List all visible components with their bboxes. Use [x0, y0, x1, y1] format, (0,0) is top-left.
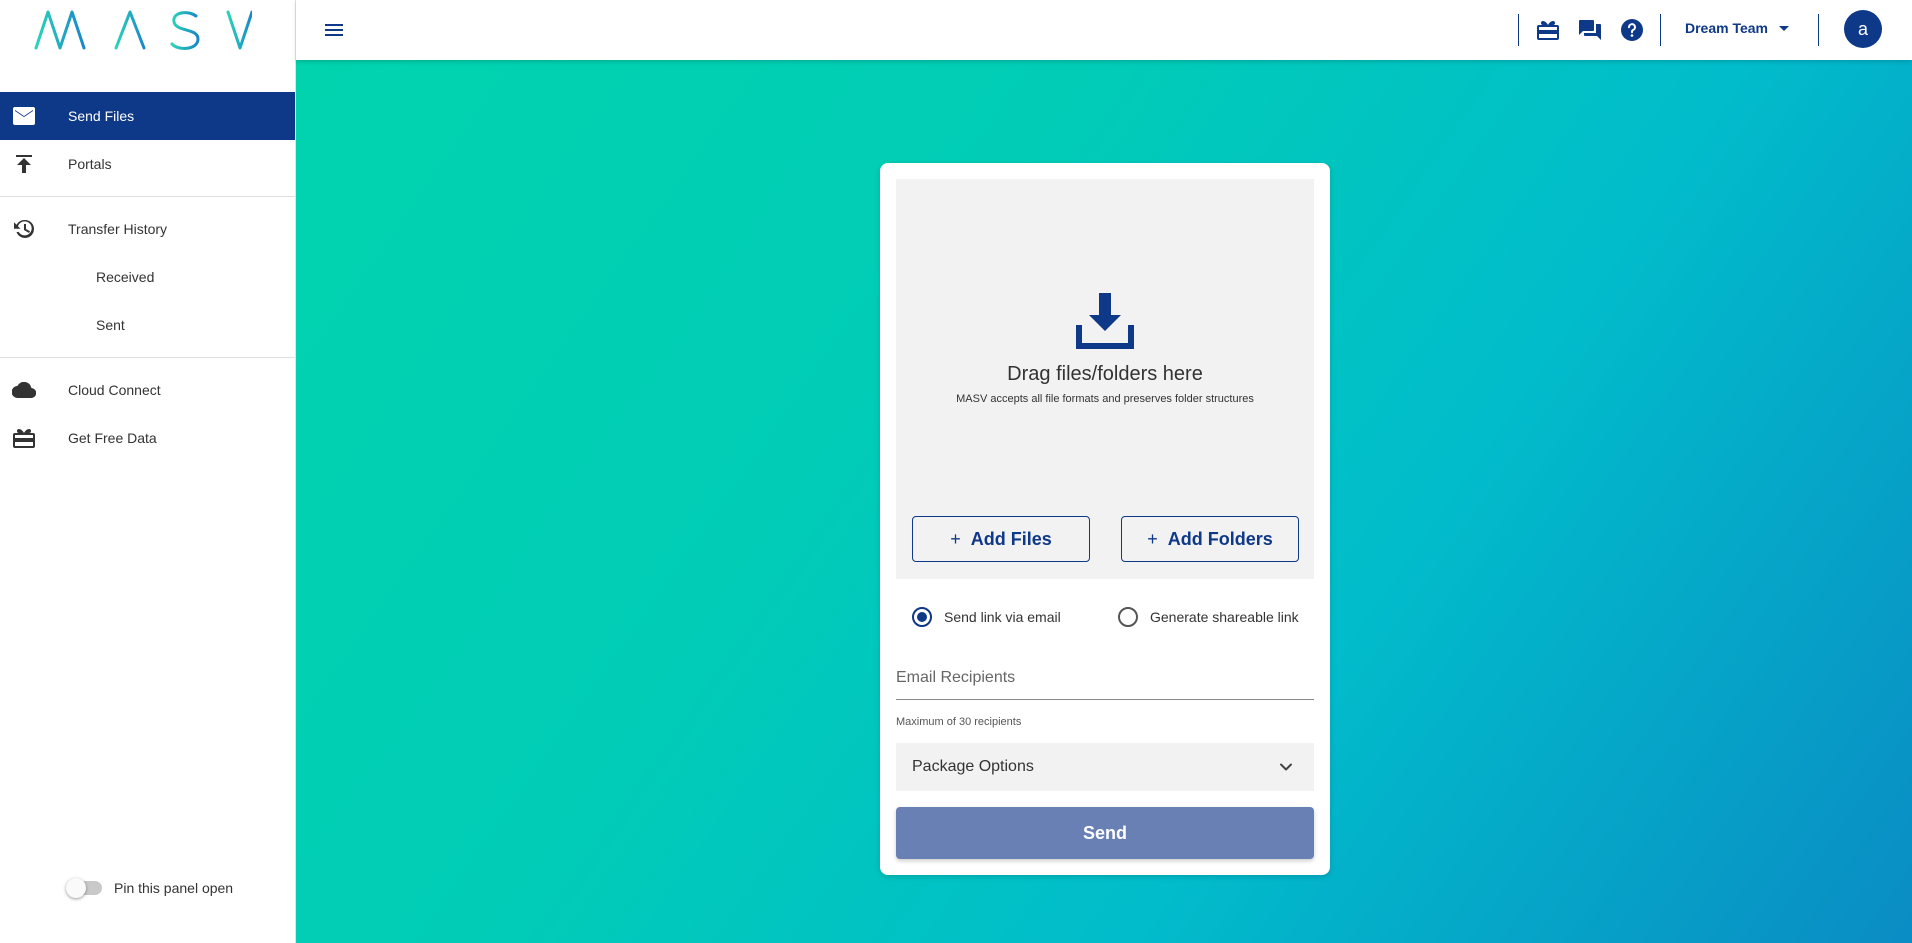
sidebar-item-send-files[interactable]: Send Files — [0, 92, 295, 140]
history-icon — [12, 217, 36, 241]
sidebar-item-label: Cloud Connect — [68, 382, 161, 398]
add-files-button[interactable]: + Add Files — [912, 516, 1090, 562]
gift-icon — [12, 426, 36, 450]
package-options-dropdown[interactable]: Package Options — [896, 743, 1314, 791]
sidebar-item-cloud-connect[interactable]: Cloud Connect — [0, 366, 295, 414]
dropzone-title: Drag files/folders here — [1007, 363, 1203, 385]
email-recipients-input[interactable] — [896, 656, 1314, 700]
sidebar-item-label: Send Files — [68, 108, 135, 124]
add-folders-button[interactable]: + Add Folders — [1121, 516, 1299, 562]
add-files-label: Add Files — [970, 528, 1052, 549]
sidebar-item-portals[interactable]: Portals — [0, 140, 295, 188]
header-divider — [1660, 14, 1661, 46]
caret-down-icon — [1778, 20, 1790, 36]
menu-icon[interactable] — [322, 18, 346, 42]
plus-icon: + — [1147, 528, 1158, 549]
cloud-icon — [12, 378, 36, 402]
avatar[interactable]: a — [1844, 10, 1882, 48]
plus-icon: + — [950, 528, 961, 549]
gift-icon[interactable] — [1535, 17, 1561, 43]
radio-button[interactable] — [1118, 607, 1138, 627]
sidebar-item-label: Transfer History — [68, 221, 168, 237]
sidebar-item-sent[interactable]: Sent — [0, 301, 295, 349]
masv-logo[interactable] — [34, 8, 252, 54]
add-folders-label: Add Folders — [1167, 528, 1273, 549]
header-divider — [1818, 14, 1819, 46]
radio-generate-link[interactable]: Generate shareable link — [1118, 605, 1299, 629]
team-name: Dream Team — [1685, 20, 1769, 36]
download-icon — [1074, 291, 1136, 351]
sidebar-divider — [0, 357, 295, 358]
sidebar-item-label: Get Free Data — [68, 430, 157, 446]
team-selector[interactable]: Dream Team — [1685, 20, 1790, 36]
radio-button-selected[interactable] — [912, 607, 932, 627]
upload-icon — [12, 152, 36, 176]
sidebar: Send Files Portals Transfer History Rece… — [0, 0, 296, 943]
pin-panel-toggle[interactable] — [66, 878, 102, 898]
help-icon[interactable] — [1619, 17, 1645, 43]
header-divider — [1518, 14, 1519, 46]
dropzone-subtitle: MASV accepts all file formats and preser… — [956, 393, 1254, 405]
package-options-label: Package Options — [912, 758, 1034, 775]
sidebar-item-label: Portals — [68, 156, 112, 172]
sidebar-item-get-free-data[interactable]: Get Free Data — [0, 414, 295, 462]
envelope-icon — [12, 104, 36, 128]
radio-label: Send link via email — [944, 609, 1061, 625]
sidebar-nav: Send Files Portals Transfer History Rece… — [0, 92, 295, 462]
email-helper-text: Maximum of 30 recipients — [896, 716, 1022, 728]
main-area: Drag files/folders here MASV accepts all… — [296, 60, 1912, 943]
pin-panel-control: Pin this panel open — [66, 878, 234, 898]
chat-icon[interactable] — [1577, 17, 1603, 43]
radio-send-via-email[interactable]: Send link via email — [912, 605, 1061, 629]
sidebar-item-label: Received — [96, 269, 155, 285]
send-button[interactable]: Send — [896, 807, 1314, 859]
sidebar-item-label: Sent — [96, 317, 125, 333]
top-header: Dream Team a — [296, 0, 1912, 60]
sidebar-item-received[interactable]: Received — [0, 253, 295, 301]
pin-panel-label: Pin this panel open — [114, 880, 234, 896]
chevron-down-icon — [1274, 755, 1298, 779]
radio-label: Generate shareable link — [1150, 609, 1299, 625]
send-files-card: Drag files/folders here MASV accepts all… — [880, 163, 1330, 875]
sidebar-divider — [0, 196, 295, 197]
file-dropzone[interactable]: Drag files/folders here MASV accepts all… — [896, 179, 1314, 579]
sidebar-item-transfer-history[interactable]: Transfer History — [0, 205, 295, 253]
